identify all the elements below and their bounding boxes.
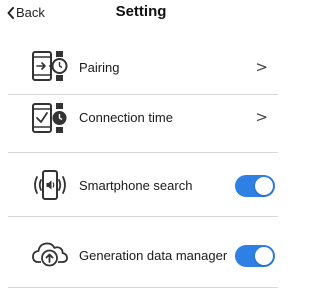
generation-data-manager-label: Generation data manager: [79, 248, 228, 263]
cloud-upload-icon: [32, 242, 68, 267]
connection-time-row[interactable]: Connection time >: [0, 94, 282, 140]
pairing-label: Pairing: [79, 60, 120, 75]
smartphone-search-row: Smartphone search: [0, 163, 282, 209]
toggle-knob: [255, 177, 273, 195]
smartphone-search-toggle[interactable]: [235, 175, 275, 197]
smartphone-search-label: Smartphone search: [79, 178, 193, 193]
generation-data-manager-row: Generation data manager: [0, 232, 282, 278]
settings-screen: Back Setting Pairing > Connection time >…: [0, 0, 282, 295]
phone-vibrate-icon: [34, 170, 66, 200]
phone-watch-pairing-icon: [32, 51, 68, 81]
toggle-knob: [255, 247, 273, 265]
page-title: Setting: [115, 3, 167, 20]
divider: [8, 216, 278, 217]
generation-data-manager-toggle[interactable]: [235, 245, 275, 267]
connection-time-label: Connection time: [79, 110, 173, 125]
chevron-right-icon: >: [255, 108, 268, 126]
phone-watch-check-icon: [32, 103, 67, 133]
divider: [8, 287, 278, 288]
chevron-right-icon: >: [255, 58, 268, 76]
divider: [8, 152, 278, 153]
pairing-row[interactable]: Pairing >: [0, 44, 282, 90]
header-bar: Back Setting: [0, 0, 282, 26]
